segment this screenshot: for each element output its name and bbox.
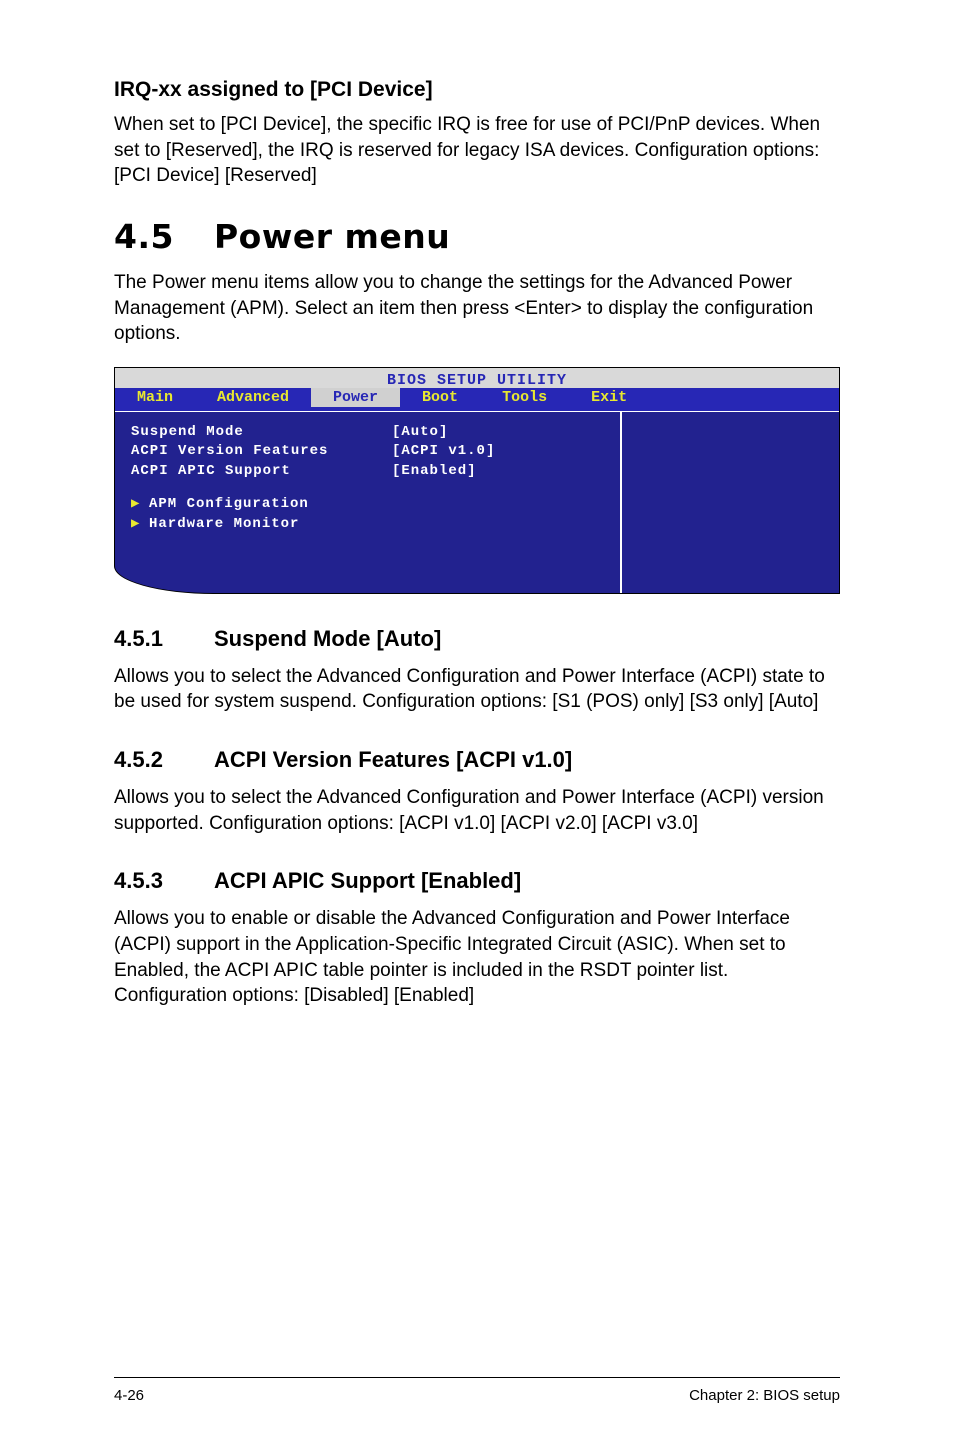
bios-row-apm-label: APM Configuration	[149, 496, 309, 512]
bios-tabs: Main Advanced Power Boot Tools Exit	[115, 388, 839, 411]
bios-row-acpi-apic-value: [Enabled]	[392, 463, 604, 481]
bios-tab-main: Main	[115, 388, 195, 407]
bios-row-suspend-value: [Auto]	[392, 424, 604, 442]
bios-row-acpi-ver: ACPI Version Features [ACPI v1.0]	[131, 443, 604, 461]
sub1-body: Allows you to select the Advanced Config…	[114, 664, 840, 715]
bios-row-acpi-apic: ACPI APIC Support [Enabled]	[131, 463, 604, 481]
sub3-title: ACPI APIC Support [Enabled]	[214, 868, 521, 893]
irq-body: When set to [PCI Device], the specific I…	[114, 112, 840, 189]
sub2-num: 4.5.2	[114, 747, 214, 773]
bios-tab-advanced: Advanced	[195, 388, 311, 407]
section-number: 4.5	[114, 217, 214, 256]
bios-row-acpi-ver-value: [ACPI v1.0]	[392, 443, 604, 461]
bios-left-pane: Suspend Mode [Auto] ACPI Version Feature…	[115, 412, 622, 593]
bios-tab-exit: Exit	[569, 388, 649, 407]
footer-page-number: 4-26	[114, 1387, 144, 1404]
bios-header: BIOS SETUP UTILITY	[115, 368, 839, 388]
bios-tab-boot: Boot	[400, 388, 480, 407]
power-intro: The Power menu items allow you to change…	[114, 270, 840, 347]
sub2-body: Allows you to select the Advanced Config…	[114, 785, 840, 836]
bios-row-suspend-label: Suspend Mode	[131, 424, 244, 440]
sub1-num: 4.5.1	[114, 626, 214, 652]
sub2-heading: 4.5.2ACPI Version Features [ACPI v1.0]	[114, 747, 840, 773]
page-footer: 4-26 Chapter 2: BIOS setup	[114, 1387, 840, 1404]
bios-row-suspend: Suspend Mode [Auto]	[131, 424, 604, 442]
triangle-right-icon: ▶	[131, 496, 149, 514]
sub3-num: 4.5.3	[114, 868, 214, 894]
bios-tab-power: Power	[311, 388, 400, 407]
bios-right-pane	[622, 412, 839, 593]
bios-row-hw: ▶Hardware Monitor	[131, 516, 604, 534]
sub3-body: Allows you to enable or disable the Adva…	[114, 906, 840, 1009]
irq-heading: IRQ-xx assigned to [PCI Device]	[114, 78, 840, 102]
section-name: Power menu	[214, 217, 450, 256]
footer-separator	[114, 1377, 840, 1378]
section-title: 4.5Power menu	[114, 217, 840, 256]
sub3-heading: 4.5.3ACPI APIC Support [Enabled]	[114, 868, 840, 894]
bios-row-hw-label: Hardware Monitor	[149, 516, 299, 532]
sub1-heading: 4.5.1Suspend Mode [Auto]	[114, 626, 840, 652]
footer-chapter: Chapter 2: BIOS setup	[689, 1387, 840, 1404]
bios-row-apm: ▶APM Configuration	[131, 496, 604, 514]
sub1-title: Suspend Mode [Auto]	[214, 626, 441, 651]
bios-tab-tools: Tools	[480, 388, 569, 407]
triangle-right-icon: ▶	[131, 516, 149, 534]
sub2-title: ACPI Version Features [ACPI v1.0]	[214, 747, 572, 772]
bios-row-acpi-apic-label: ACPI APIC Support	[131, 463, 291, 479]
bios-screenshot: BIOS SETUP UTILITY Main Advanced Power B…	[114, 367, 840, 594]
bios-row-acpi-ver-label: ACPI Version Features	[131, 443, 328, 459]
